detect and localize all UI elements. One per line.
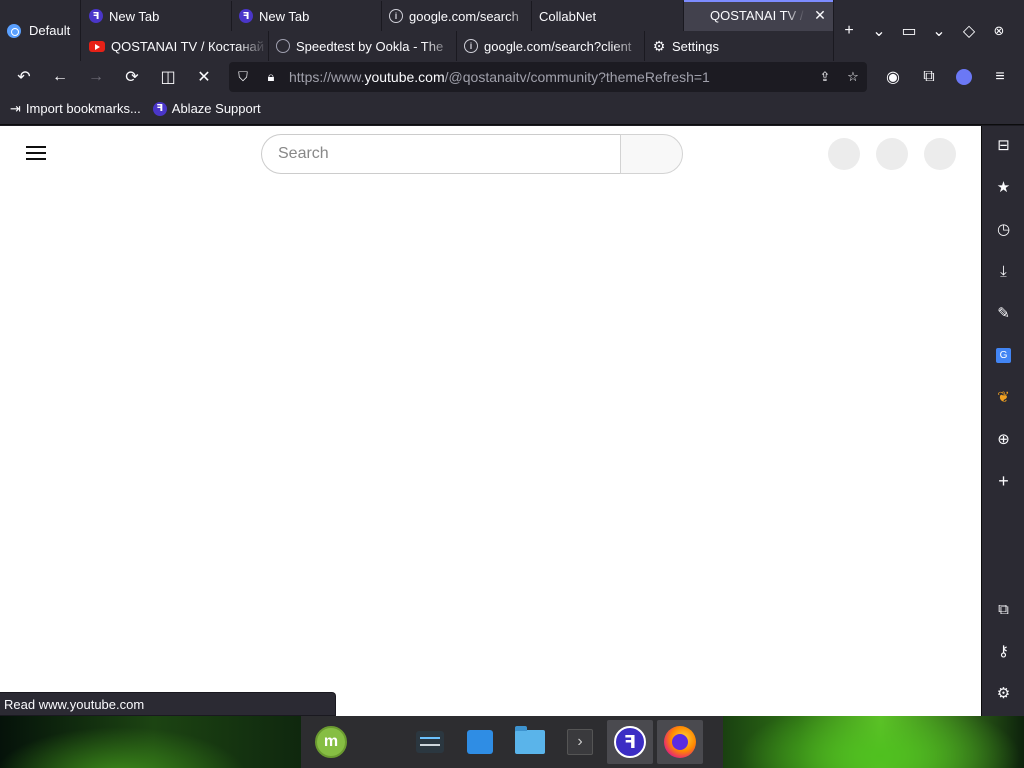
undo-close-tab-icon[interactable]: ↶ [9, 62, 39, 92]
gear-icon: ⚙ [652, 37, 666, 54]
sidebar-toggle-icon[interactable]: ◫ [153, 62, 183, 92]
translate-icon[interactable]: G [982, 340, 1024, 370]
tab-label: QOSTANAI TV / [710, 8, 804, 23]
bookmark-ablaze-support[interactable]: ꟻ Ablaze Support [152, 101, 261, 116]
history-icon[interactable]: ◷ [982, 214, 1024, 244]
tab-strip: Default ꟻ New Tab ꟻ New Tab i google.com… [0, 0, 1024, 61]
tab-label: New Tab [259, 8, 310, 24]
taskbar: m › ꟻ [0, 716, 1024, 768]
browser-sidebar: ⊟ ★ ◷ ⤓ ✎ G ❦ ⊕ + ⧉ ⚷ ⚙ [981, 126, 1024, 716]
tab-label: Speedtest by Ookla - The [296, 38, 444, 54]
tab-label: google.com/search [409, 8, 519, 24]
active-tab-indicator [684, 0, 833, 2]
forward-arrow-icon[interactable]: → [81, 62, 111, 92]
guide-menu-icon[interactable] [26, 146, 46, 160]
tab-strip-buttons: + ⌄ ▭ ⌄ ◇ ⊗ [834, 0, 1014, 61]
extension-icon[interactable]: ⧉ [982, 594, 1024, 624]
back-arrow-icon[interactable]: ← [45, 62, 75, 92]
extensions-icon[interactable]: ⧉ [914, 62, 944, 92]
firefox-icon[interactable] [657, 720, 703, 764]
web-content: Search Read www.youtube.com [0, 126, 981, 716]
info-icon: i [389, 9, 403, 23]
ablaze-favicon: ꟻ [89, 9, 103, 23]
ablaze-favicon: ꟻ [239, 9, 253, 23]
tab-label: CollabNet [539, 8, 597, 24]
placeholder-icon[interactable] [876, 138, 908, 170]
new-tab-plus-icon[interactable]: + [834, 16, 864, 46]
bookmark-import[interactable]: ⇥ Import bookmarks... [10, 101, 141, 117]
bookmark-label: Import bookmarks... [25, 101, 141, 116]
navigation-toolbar: ↶ ← → ⟳ ◫ ✕ ⛉ 🔒︎ https://www.youtube.com… [0, 61, 1024, 93]
tab-label: New Tab [109, 8, 160, 24]
download-icon[interactable]: ⤓ [982, 256, 1024, 286]
minimize-diamond-icon[interactable]: ◇ [954, 16, 984, 46]
search-input[interactable]: Search [261, 134, 620, 174]
tab[interactable]: ꟻ New Tab [232, 1, 382, 31]
globe-icon[interactable]: ⊕ [982, 424, 1024, 454]
address-bar[interactable]: ⛉ 🔒︎ https://www.youtube.com/@qostanaitv… [229, 62, 867, 92]
status-bar: Read www.youtube.com [0, 692, 336, 716]
tab[interactable]: i google.com/search [382, 1, 532, 31]
tab[interactable]: CollabNet [532, 1, 684, 31]
close-tab-icon[interactable]: ✕ [811, 7, 829, 24]
import-icon: ⇥ [10, 100, 21, 116]
tab-label: Settings [672, 38, 719, 54]
shield-icon[interactable]: ⛉ [229, 62, 257, 92]
bookmark-label: Ablaze Support [171, 101, 261, 116]
url-text[interactable]: https://www.youtube.com/@qostanaitv/comm… [289, 69, 710, 85]
placeholder-icon[interactable] [828, 138, 860, 170]
key-icon[interactable]: ⚷ [982, 636, 1024, 666]
workspace-selector[interactable]: Default [0, 0, 81, 61]
ablaze-favicon: ꟻ [152, 101, 167, 116]
menu-hamburger-icon[interactable]: ≡ [985, 62, 1015, 92]
close-window-icon[interactable]: ⊗ [984, 16, 1014, 46]
youtube-search: Search [261, 134, 683, 174]
profile-avatar-icon[interactable] [949, 62, 979, 92]
list-tabs-chevron-icon[interactable]: ⌄ [864, 16, 894, 46]
add-panel-plus-icon[interactable]: + [982, 466, 1024, 496]
tab-active[interactable]: QOSTANAI TV / ✕ [684, 0, 834, 31]
bookmarks-toolbar: ⇥ Import bookmarks... ꟻ Ablaze Support [0, 93, 1024, 125]
leaf-icon[interactable]: ❦ [982, 382, 1024, 412]
tab[interactable]: Speedtest by Ookla - The [269, 31, 457, 61]
tab[interactable]: QOSTANAI TV / Костанай [82, 31, 269, 61]
account-icon[interactable]: ◉ [878, 62, 908, 92]
ablaze-browser-icon[interactable]: ꟻ [607, 720, 653, 764]
speedtest-favicon [276, 39, 290, 53]
info-icon: i [464, 39, 478, 53]
share-icon[interactable]: ⇪ [811, 62, 839, 92]
bookmark-star-icon[interactable]: ☆ [839, 62, 867, 92]
tab-label: google.com/search?client [484, 38, 632, 54]
tab[interactable]: i google.com/search?client [457, 31, 645, 61]
dock: m › ꟻ [301, 716, 723, 768]
container-icon[interactable]: ▭ [894, 16, 924, 46]
system-settings-icon[interactable] [407, 720, 453, 764]
tab-label: QOSTANAI TV / Костанай [111, 38, 265, 54]
lock-icon[interactable]: 🔒︎ [257, 62, 285, 92]
pen-icon[interactable]: ✎ [982, 298, 1024, 328]
workspace-label: Default [29, 23, 71, 38]
toolbox-icon[interactable]: ⊟ [982, 130, 1024, 160]
tab[interactable]: ⚙ Settings [645, 31, 834, 61]
software-store-icon[interactable] [457, 720, 503, 764]
reload-icon[interactable]: ⟳ [117, 62, 147, 92]
stop-loading-icon[interactable]: ✕ [189, 62, 219, 92]
star-icon[interactable]: ★ [982, 172, 1024, 202]
chevron-down-icon[interactable]: ⌄ [924, 16, 954, 46]
workspace-icon [7, 23, 21, 38]
youtube-favicon [89, 40, 105, 52]
files-icon[interactable] [507, 720, 553, 764]
tab[interactable]: ꟻ New Tab [82, 1, 232, 31]
linux-mint-menu-icon[interactable]: m [308, 720, 354, 764]
placeholder-avatar[interactable] [924, 138, 956, 170]
terminal-icon[interactable]: › [557, 720, 603, 764]
desktop: Default ꟻ New Tab ꟻ New Tab i google.com… [0, 0, 1024, 768]
gear-icon[interactable]: ⚙ [982, 678, 1024, 708]
search-button[interactable] [620, 134, 683, 174]
